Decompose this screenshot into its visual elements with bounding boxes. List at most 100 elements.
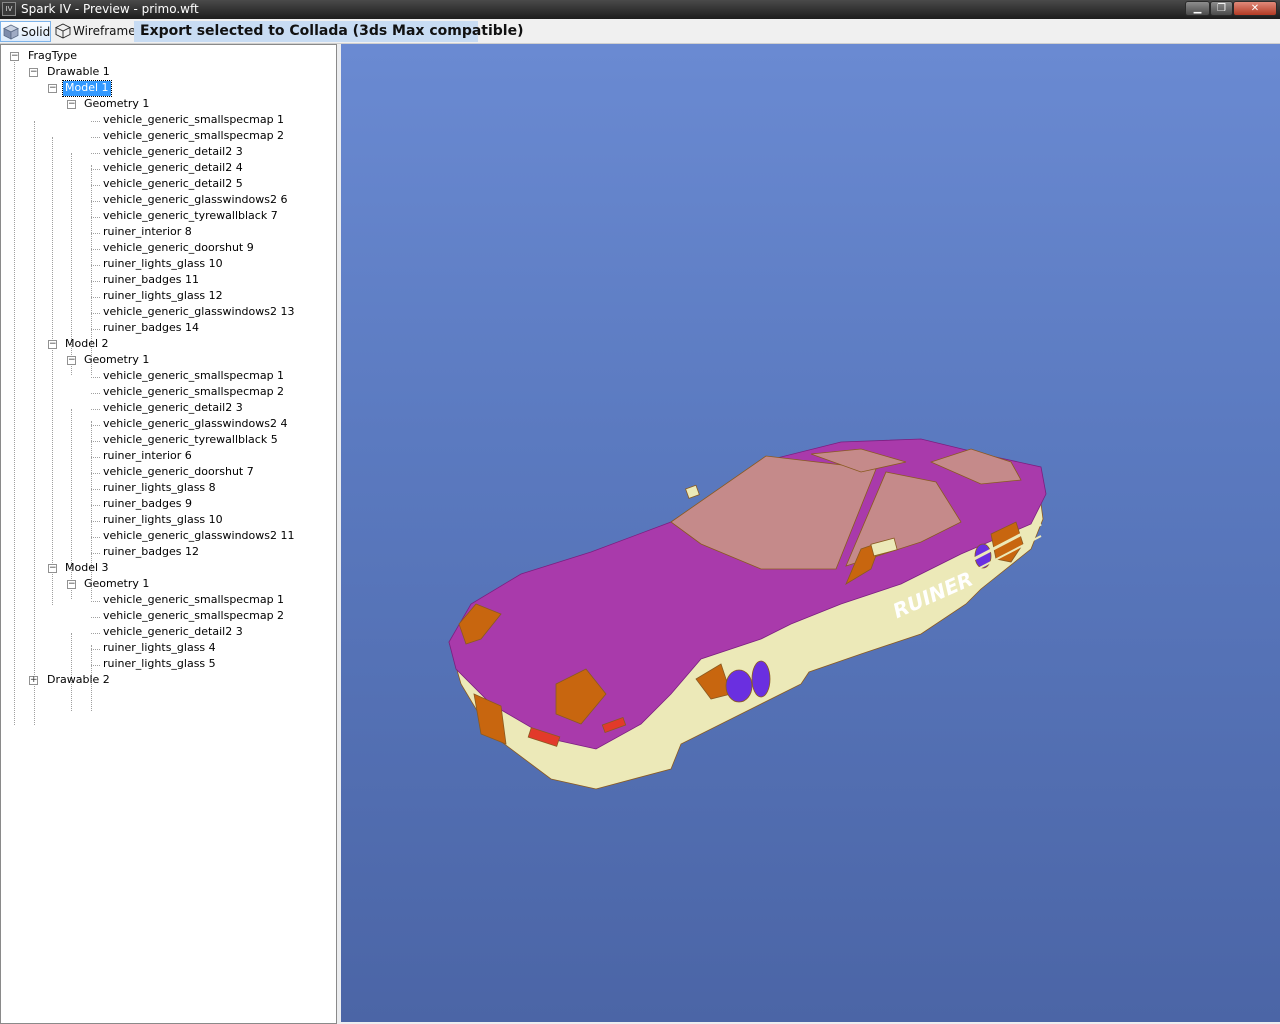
tree-leaf-shader[interactable]: vehicle_generic_doorshut 7 [101, 465, 256, 480]
tree-connector [52, 137, 53, 605]
title-bar: IV Spark IV - Preview - primo.wft ▁ ❐ ✕ [0, 0, 1280, 19]
tree-leaf-shader[interactable]: vehicle_generic_smallspecmap 1 [101, 593, 286, 608]
tree-connector [91, 633, 100, 634]
wireframe-button[interactable]: Wireframe [53, 21, 136, 42]
tree-leaf-shader[interactable]: vehicle_generic_detail2 3 [101, 401, 245, 416]
tree-connector [91, 185, 100, 186]
tree-leaf-shader[interactable]: vehicle_generic_tyrewallblack 7 [101, 209, 280, 224]
tree-connector [91, 265, 100, 266]
tree-connector [91, 505, 100, 506]
tree-connector [91, 233, 100, 234]
expand-icon[interactable]: + [29, 676, 38, 685]
tree-leaf-shader[interactable]: vehicle_generic_smallspecmap 2 [101, 129, 286, 144]
tree-leaf-shader[interactable]: ruiner_lights_glass 12 [101, 289, 225, 304]
tree-connector [91, 441, 100, 442]
tree-leaf-shader[interactable]: vehicle_generic_smallspecmap 1 [101, 113, 286, 128]
tree-connector [91, 489, 100, 490]
wireframe-label: Wireframe [73, 24, 136, 38]
tree-connector [91, 601, 100, 602]
tree-node-geometry[interactable]: Geometry 1 [82, 97, 151, 112]
tree-leaf-shader[interactable]: vehicle_generic_glasswindows2 13 [101, 305, 297, 320]
car-mirror-left [685, 484, 700, 499]
export-collada-button[interactable]: Export selected to Collada (3ds Max comp… [134, 21, 524, 42]
tree-node-geometry[interactable]: Geometry 1 [82, 577, 151, 592]
tree-leaf-shader[interactable]: ruiner_lights_glass 5 [101, 657, 218, 672]
cube-solid-icon [3, 24, 19, 40]
tree-connector [91, 201, 100, 202]
tree-leaf-shader[interactable]: vehicle_generic_smallspecmap 2 [101, 609, 286, 624]
restore-icon: ❐ [1217, 3, 1226, 14]
tree-leaf-shader[interactable]: vehicle_generic_detail2 3 [101, 145, 245, 160]
minimize-icon: ▁ [1193, 3, 1202, 14]
tree-connector [91, 329, 100, 330]
tree-leaf-shader[interactable]: vehicle_generic_smallspecmap 1 [101, 369, 286, 384]
minimize-button[interactable]: ▁ [1185, 1, 1210, 16]
tree-connector [91, 665, 100, 666]
tree-node-model-2[interactable]: Model 2 [63, 337, 111, 352]
car-model-render: RUINER [448, 438, 1047, 790]
tree-leaf-shader[interactable]: ruiner_badges 11 [101, 273, 201, 288]
tree-node-geometry[interactable]: Geometry 1 [82, 353, 151, 368]
tree-node-model-3[interactable]: Model 3 [63, 561, 111, 576]
tree-leaf-shader[interactable]: ruiner_badges 12 [101, 545, 201, 560]
tree-node-model-1[interactable]: Model 1 [62, 80, 112, 97]
tree-leaf-shader[interactable]: vehicle_generic_smallspecmap 2 [101, 385, 286, 400]
tree-connector [91, 649, 100, 650]
cube-wireframe-icon [55, 23, 71, 39]
tree-leaf-shader[interactable]: vehicle_generic_doorshut 9 [101, 241, 256, 256]
tree-leaf-shader[interactable]: vehicle_generic_tyrewallblack 5 [101, 433, 280, 448]
tree-node-drawable-1[interactable]: Drawable 1 [45, 65, 112, 80]
tree-connector [91, 617, 100, 618]
tree-leaf-shader[interactable]: ruiner_lights_glass 10 [101, 257, 225, 272]
tree-connector [91, 297, 100, 298]
collapse-icon[interactable]: − [10, 52, 19, 61]
tree-leaf-shader[interactable]: ruiner_badges 14 [101, 321, 201, 336]
tree-leaf-shader[interactable]: vehicle_generic_detail2 4 [101, 161, 245, 176]
maximize-button[interactable]: ❐ [1210, 1, 1233, 16]
tree-leaf-shader[interactable]: ruiner_lights_glass 4 [101, 641, 218, 656]
tree-connector [91, 169, 100, 170]
collapse-icon[interactable]: − [48, 340, 57, 349]
tree-connector [91, 553, 100, 554]
tree-node-fragtype[interactable]: FragType [26, 49, 79, 64]
tree-leaf-shader[interactable]: ruiner_interior 6 [101, 449, 194, 464]
solid-label: Solid [21, 25, 51, 39]
tree-leaf-shader[interactable]: vehicle_generic_glasswindows2 6 [101, 193, 290, 208]
tree-connector [91, 121, 100, 122]
tree-leaf-shader[interactable]: vehicle_generic_detail2 5 [101, 177, 245, 192]
collapse-icon[interactable]: − [67, 356, 76, 365]
tree-connector [71, 633, 72, 711]
collapse-icon[interactable]: − [48, 84, 57, 93]
tree-leaf-shader[interactable]: ruiner_interior 8 [101, 225, 194, 240]
tree-leaf-shader[interactable]: vehicle_generic_glasswindows2 4 [101, 417, 290, 432]
tree-connector [91, 217, 100, 218]
tree-connector [91, 425, 100, 426]
close-icon: ✕ [1250, 3, 1260, 14]
close-button[interactable]: ✕ [1233, 1, 1277, 16]
toolbar: Solid Wireframe Export selected to Colla… [0, 19, 1280, 44]
tree-connector [91, 153, 100, 154]
collapse-icon[interactable]: − [29, 68, 38, 77]
tree-connector [34, 121, 35, 725]
tree-leaf-shader[interactable]: ruiner_lights_glass 8 [101, 481, 218, 496]
tree-leaf-shader[interactable]: ruiner_badges 9 [101, 497, 194, 512]
tree-leaf-shader[interactable]: vehicle_generic_glasswindows2 11 [101, 529, 297, 544]
car-wheel-front-outer [751, 660, 771, 698]
solid-button[interactable]: Solid [0, 21, 51, 42]
tree-connector [14, 59, 15, 725]
3d-viewport[interactable]: RUINER [341, 44, 1280, 1022]
tree-connector [91, 537, 100, 538]
collapse-icon[interactable]: − [67, 580, 76, 589]
tree-connector [91, 473, 100, 474]
tree-connector [91, 521, 100, 522]
tree-leaf-shader[interactable]: ruiner_lights_glass 10 [101, 513, 225, 528]
collapse-icon[interactable]: − [48, 564, 57, 573]
model-tree[interactable]: − FragType − Drawable 1− Model 1− Geometry 1v… [0, 44, 337, 1024]
car-wheel-front-inner [725, 669, 753, 703]
app-icon: IV [2, 2, 16, 16]
collapse-icon[interactable]: − [67, 100, 76, 109]
tree-leaf-shader[interactable]: vehicle_generic_detail2 3 [101, 625, 245, 640]
tree-connector [91, 137, 100, 138]
tree-node-drawable-2[interactable]: Drawable 2 [45, 673, 112, 688]
window-title: Spark IV - Preview - primo.wft [21, 2, 199, 16]
